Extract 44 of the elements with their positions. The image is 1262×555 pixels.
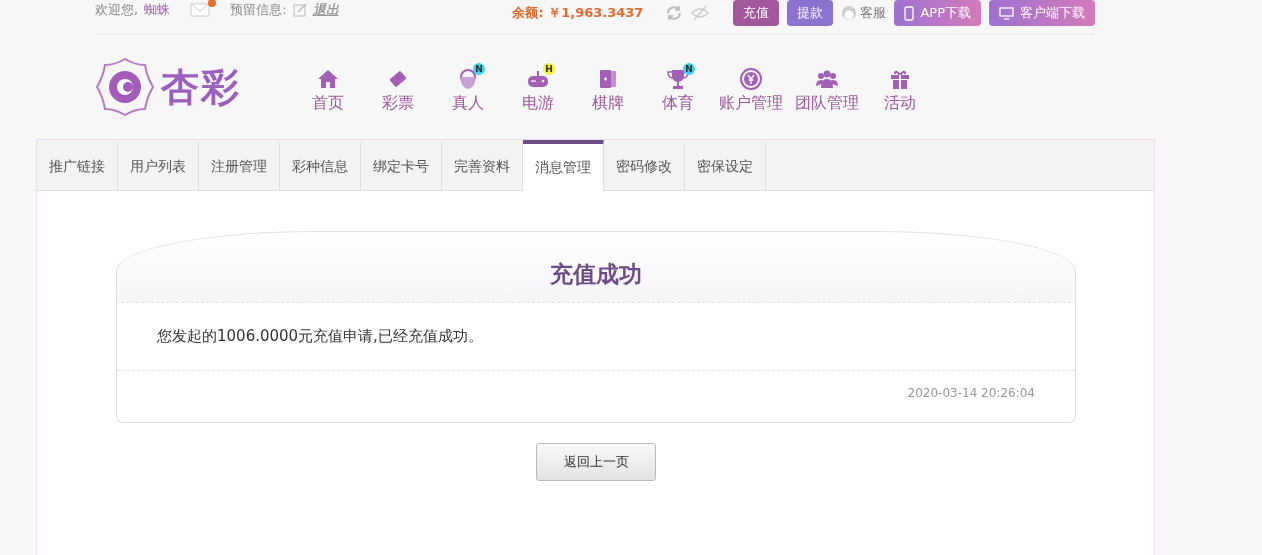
tab[interactable]: 用户列表	[118, 140, 199, 190]
hidden-eye-icon[interactable]	[691, 4, 710, 22]
withdraw-button[interactable]: 提款	[787, 0, 834, 26]
tab[interactable]: 密保设定	[685, 140, 766, 190]
username: 蜘蛛	[144, 1, 171, 19]
download-button[interactable]: 客户端下载	[989, 0, 1095, 26]
nav-badge: N	[683, 62, 695, 75]
phone-icon	[904, 5, 915, 21]
customer-service-link[interactable]: 客服	[860, 4, 887, 22]
back-button[interactable]: 返回上一页	[536, 443, 656, 481]
tab[interactable]: 彩种信息	[280, 140, 361, 190]
welcome-text: 欢迎您,	[95, 1, 139, 19]
edit-icon[interactable]	[292, 3, 307, 17]
download-button[interactable]: APP下载	[894, 0, 981, 26]
tab[interactable]: 推广链接	[37, 140, 118, 190]
nav-link[interactable]: 彩票	[376, 92, 420, 114]
message-body: 您发起的1006.0000元充值申请,已经充值成功。	[157, 327, 483, 345]
logo-text: 杏彩	[161, 63, 241, 111]
message-title: 充值成功	[550, 260, 642, 289]
recharge-button[interactable]: 充值	[733, 0, 780, 26]
nav-badge: N	[473, 62, 485, 75]
tab[interactable]: 消息管理	[523, 140, 604, 191]
nav-link[interactable]: 账户管理	[713, 92, 789, 114]
nav-link[interactable]: 真人	[446, 92, 490, 114]
nav-link[interactable]: 团队管理	[789, 92, 865, 114]
avatar-icon	[841, 5, 858, 21]
tab[interactable]: 密码修改	[604, 140, 685, 190]
logo-emblem-icon	[95, 57, 155, 117]
mail-icon[interactable]	[190, 3, 211, 17]
nav-link[interactable]: 活动	[878, 92, 922, 114]
logout-link[interactable]: 退出	[312, 1, 339, 19]
nav-link[interactable]: 首页	[306, 92, 350, 114]
nav-badge: H	[543, 62, 555, 75]
yen-coin-icon	[739, 66, 763, 91]
tab[interactable]: 注册管理	[199, 140, 280, 190]
refresh-icon[interactable]	[665, 4, 684, 22]
message-time: 2020-03-14 20:26:04	[907, 386, 1035, 400]
nav-link[interactable]: 棋牌	[586, 92, 630, 114]
nav-link[interactable]: 电游	[516, 92, 560, 114]
monitor-icon	[999, 6, 1014, 20]
nav-link[interactable]: 体育	[656, 92, 700, 114]
tab[interactable]: 绑定卡号	[361, 140, 442, 190]
reserved-info-label: 预留信息:	[230, 1, 287, 19]
balance-text: 余额: ￥1,963.3437	[512, 4, 644, 22]
